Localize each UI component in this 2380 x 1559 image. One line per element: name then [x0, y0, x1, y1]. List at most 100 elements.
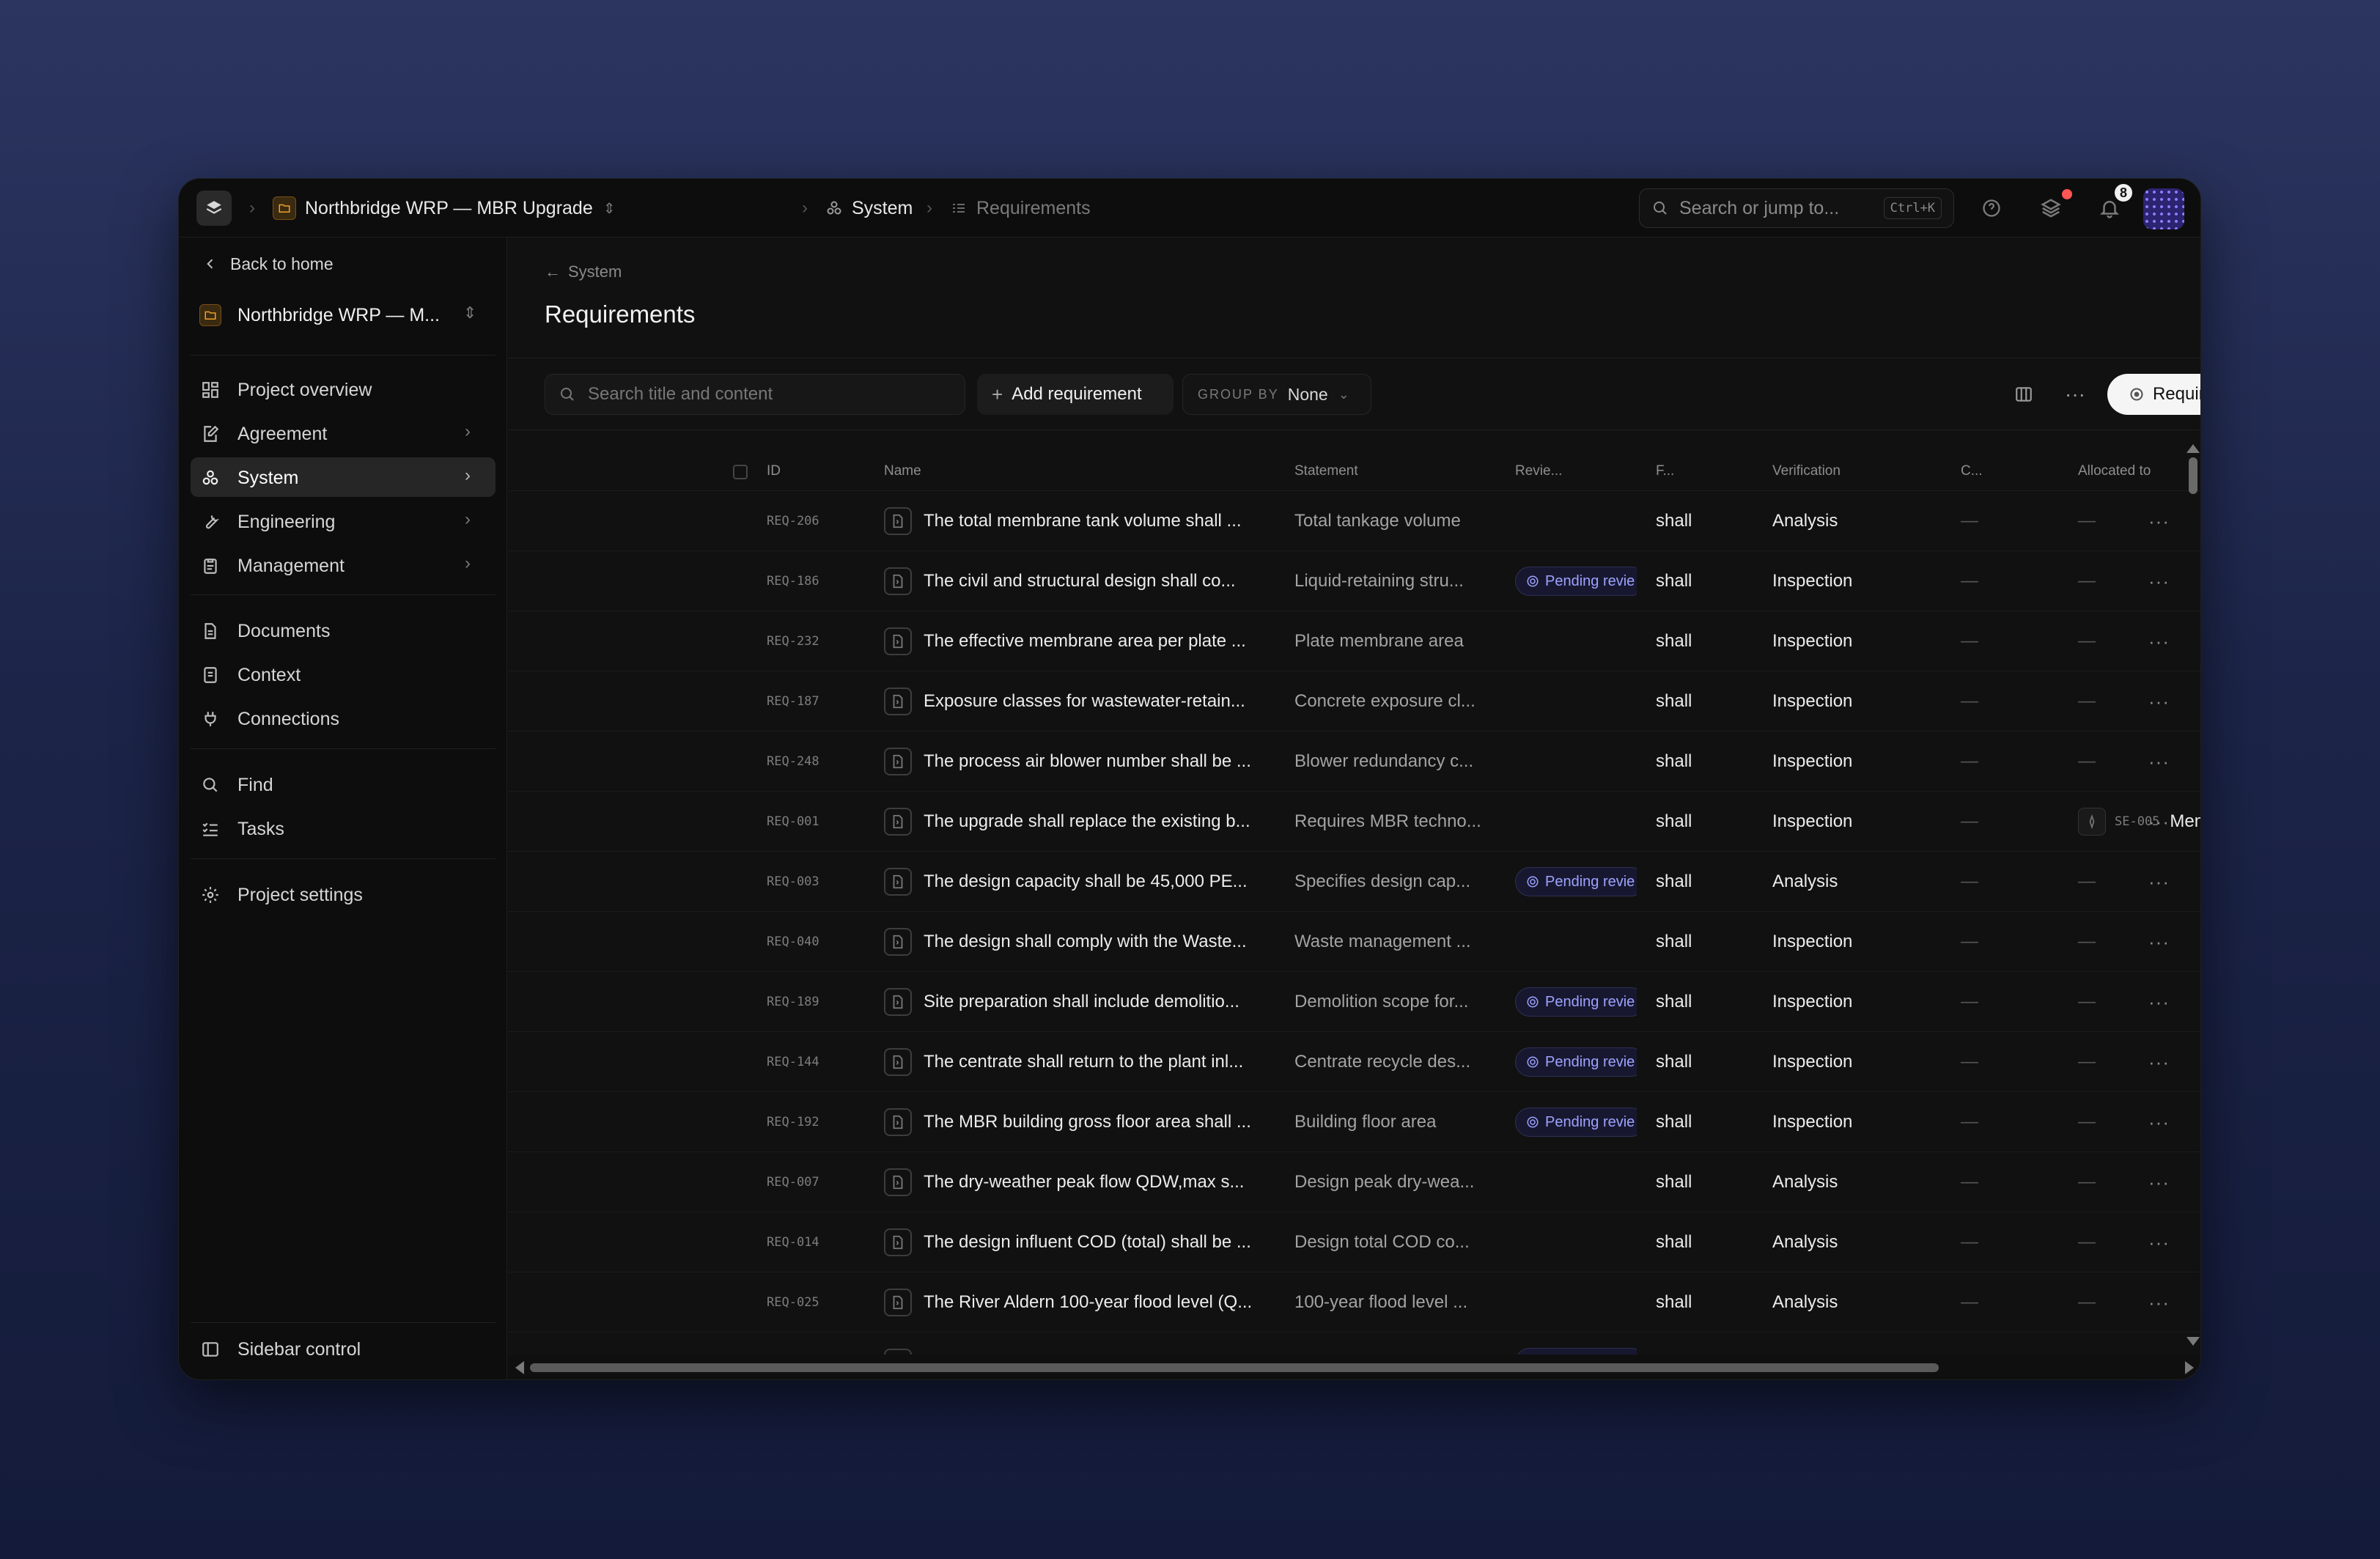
back-to-home-link[interactable]: Back to home: [230, 254, 334, 274]
vertical-scrollbar-thumb[interactable]: [2189, 457, 2197, 494]
requirement-name: The design influent COD (total) shall be…: [924, 1232, 1251, 1252]
row-more-options-icon[interactable]: ···: [2148, 731, 2170, 792]
scroll-up-arrow-icon[interactable]: [2186, 444, 2200, 453]
status-badge[interactable]: Pending revie: [1515, 987, 1637, 1017]
table-row[interactable]: REQ-232 The effective membrane area per p…: [508, 611, 2200, 671]
sidebar-item-project-settings[interactable]: Project settings: [237, 885, 363, 906]
table-row[interactable]: REQ-192 The MBR building gross floor area…: [508, 1092, 2200, 1152]
table-row[interactable]: REQ-248 The process air blower number sha…: [508, 731, 2200, 792]
column-header-review[interactable]: Revie...: [1515, 463, 1562, 479]
row-more-options-icon[interactable]: ···: [2148, 671, 2170, 731]
row-more-options-icon[interactable]: ···: [2148, 1032, 2170, 1092]
table-row[interactable]: REQ-007 The dry-weather peak flow QDW,max…: [508, 1152, 2200, 1212]
requirement-name-cell[interactable]: The design capacity shall be 45,000 PE..…: [884, 852, 1280, 912]
status-badge[interactable]: Pending revie: [1515, 867, 1637, 896]
scroll-left-arrow-icon[interactable]: [515, 1361, 524, 1374]
status-badge[interactable]: Pending revie: [1515, 1047, 1637, 1077]
requirement-name-cell[interactable]: The centrate shall return to the plant i…: [884, 1032, 1280, 1092]
requirement-name-cell[interactable]: The upgrade shall replace the existing b…: [884, 792, 1280, 852]
sidebar-item-tasks[interactable]: Tasks: [237, 819, 284, 840]
column-header-c[interactable]: C...: [1961, 463, 1983, 479]
column-header-f[interactable]: F...: [1656, 463, 1674, 479]
columns-icon[interactable]: [2009, 380, 2038, 409]
row-more-options-icon[interactable]: ···: [2148, 551, 2170, 611]
sidebar-item-engineering[interactable]: Engineering: [237, 512, 335, 533]
row-more-options-icon[interactable]: ···: [2148, 912, 2170, 972]
horizontal-scrollbar-thumb[interactable]: [530, 1363, 1939, 1372]
requirement-name-cell[interactable]: The design influent COD (total) shall be…: [884, 1212, 1280, 1272]
table-row[interactable]: REQ-003 The design capacity shall be 45,0…: [508, 852, 2200, 912]
requirement-name-cell[interactable]: The total membrane tank volume shall ...: [884, 491, 1280, 551]
sidebar-item-system[interactable]: System: [237, 468, 298, 489]
sidebar-item-connections[interactable]: Connections: [237, 709, 339, 730]
help-icon[interactable]: [1977, 194, 2006, 223]
row-more-options-icon[interactable]: ···: [2148, 852, 2170, 912]
table-search-input[interactable]: Search title and content: [545, 374, 965, 415]
column-header-verification[interactable]: Verification: [1772, 463, 1841, 479]
back-breadcrumb[interactable]: ← System: [545, 262, 622, 281]
global-search-input[interactable]: Search or jump to... Ctrl+K: [1639, 188, 1954, 228]
table-row[interactable]: REQ-187 Exposure classes for wastewater-r…: [508, 671, 2200, 731]
column-header-statement[interactable]: Statement: [1294, 463, 1358, 479]
requirement-name-cell[interactable]: The civil and structural design shall co…: [884, 551, 1280, 611]
requirement-name-cell[interactable]: The dry-weather peak flow QDW,max s...: [884, 1152, 1280, 1212]
requirements-analyst-button[interactable]: Requirements analyst: [2107, 374, 2200, 415]
requirement-name: The River Aldern 100-year flood level (Q…: [924, 1292, 1253, 1312]
column-header-name[interactable]: Name: [884, 463, 921, 479]
requirement-name-cell[interactable]: The effective membrane area per plate ..…: [884, 611, 1280, 671]
scroll-right-arrow-icon[interactable]: [2185, 1361, 2194, 1374]
table-row[interactable]: REQ-189 Site preparation shall include de…: [508, 972, 2200, 1032]
sidebar-item-management[interactable]: Management: [237, 556, 345, 577]
sidebar-item-documents[interactable]: Documents: [237, 621, 330, 642]
requirement-name-cell[interactable]: Site preparation shall include demolitio…: [884, 972, 1280, 1032]
status-badge[interactable]: Pending revie: [1515, 1107, 1637, 1137]
sidebar-item-find[interactable]: Find: [237, 775, 273, 796]
plug-icon: [199, 708, 221, 730]
breadcrumb-project[interactable]: Northbridge WRP — MBR Upgrade ⇕: [273, 179, 616, 237]
requirement-name-cell[interactable]: The MBR building gross floor area shall …: [884, 1092, 1280, 1152]
app-logo-icon[interactable]: [196, 191, 232, 226]
breadcrumb-section[interactable]: System: [825, 179, 913, 237]
row-more-options-icon[interactable]: ···: [2148, 491, 2170, 551]
sidebar-item-agreement[interactable]: Agreement: [237, 424, 327, 445]
project-switcher[interactable]: Northbridge WRP — M...: [237, 305, 440, 326]
scroll-down-arrow-icon[interactable]: [2186, 1337, 2200, 1346]
avatar[interactable]: [2143, 188, 2184, 229]
column-header-id[interactable]: ID: [767, 463, 781, 479]
row-more-options-icon[interactable]: ···: [2148, 1212, 2170, 1272]
system-icon: [199, 467, 221, 489]
row-more-options-icon[interactable]: ···: [2148, 1152, 2170, 1212]
row-more-options-icon[interactable]: ···: [2148, 792, 2170, 852]
table-row[interactable]: REQ-025 The River Aldern 100-year flood l…: [508, 1272, 2200, 1333]
allocated-to-cell[interactable]: SE-005Membrane filtr...: [2078, 792, 2200, 852]
column-header-allocated[interactable]: Allocated to: [2078, 463, 2151, 479]
requirement-name-cell[interactable]: The process air blower number shall be .…: [884, 731, 1280, 792]
table-row[interactable]: REQ-040 The design shall comply with the …: [508, 912, 2200, 972]
group-by-dropdown[interactable]: GROUP BY None ⌄: [1182, 374, 1371, 415]
requirement-verification: Inspection: [1772, 571, 1853, 591]
status-badge[interactable]: Pending revie: [1515, 567, 1637, 596]
row-more-options-icon[interactable]: ···: [2148, 1272, 2170, 1333]
requirement-name-cell[interactable]: The River Aldern 100-year flood level (Q…: [884, 1272, 1280, 1333]
sidebar-item-project-overview[interactable]: Project overview: [237, 380, 372, 401]
table-row[interactable]: REQ-014 The design influent COD (total) s…: [508, 1212, 2200, 1272]
add-requirement-button[interactable]: + Add requirement: [977, 374, 1174, 415]
sidebar-item-context[interactable]: Context: [237, 665, 301, 686]
row-more-options-icon[interactable]: ···: [2148, 972, 2170, 1032]
more-options-icon[interactable]: ···: [2060, 380, 2090, 409]
row-more-options-icon[interactable]: ···: [2148, 1092, 2170, 1152]
table-row[interactable]: REQ-206 The total membrane tank volume sh…: [508, 491, 2200, 551]
table-row[interactable]: REQ-186 The civil and structural design s…: [508, 551, 2200, 611]
table-row[interactable]: REQ-001 The upgrade shall replace the exi…: [508, 792, 2200, 852]
requirement-name-cell[interactable]: The design shall comply with the Waste..…: [884, 912, 1280, 972]
row-more-options-icon[interactable]: ···: [2148, 611, 2170, 671]
select-all-checkbox[interactable]: [733, 465, 748, 479]
chevron-updown-icon[interactable]: ⇕: [463, 303, 476, 323]
requirement-name-cell[interactable]: Exposure classes for wastewater-retain..…: [884, 671, 1280, 731]
layers-icon[interactable]: [2036, 194, 2066, 223]
table-row[interactable]: REQ-144 The centrate shall return to the …: [508, 1032, 2200, 1092]
requirement-f: shall: [1656, 1292, 1692, 1312]
sidebar-control-button[interactable]: Sidebar control: [237, 1339, 361, 1360]
sidebar-toggle-icon: [199, 1338, 221, 1360]
review-status-cell: Pending revie: [1515, 852, 1637, 912]
